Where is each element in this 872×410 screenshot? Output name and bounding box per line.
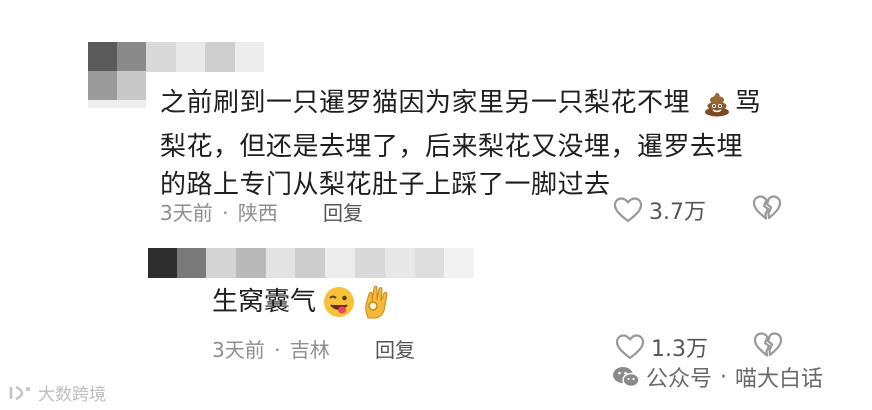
- broken-heart-icon: [753, 331, 783, 359]
- like-count: 3.7万: [649, 200, 706, 225]
- watermark-left: 大数跨境: [8, 380, 106, 405]
- reply-username-blurred[interactable]: [206, 248, 474, 278]
- username-blurred-fade: [88, 100, 146, 108]
- reply-dislike-button[interactable]: [753, 331, 783, 363]
- comment-text: 之前刷到一只暹罗猫因为家里另一只梨花不埋 骂 梨花，但还是去埋了，后来梨花又没埋…: [160, 84, 800, 204]
- reply-meta: 3天前 · 吉林: [212, 334, 330, 363]
- ok-hand-emoji: [360, 284, 394, 320]
- meta-separator: ·: [222, 201, 229, 225]
- comment-line-2: 梨花，但还是去埋了，后来梨花又没埋，暹罗去埋: [160, 132, 744, 162]
- comment-line-1: 之前刷到一只暹罗猫因为家里另一只梨花不埋: [160, 88, 691, 118]
- poop-emoji: [703, 89, 731, 128]
- reply-location: 吉林: [289, 338, 330, 362]
- brand-logo-icon: [8, 383, 34, 403]
- reply-text-content: 生窝囊气: [212, 287, 317, 317]
- comment-time: 3天前: [160, 201, 213, 225]
- like-button[interactable]: 3.7万: [613, 194, 706, 226]
- reply-text: 生窝囊气: [212, 282, 394, 322]
- username-blurred[interactable]: [146, 42, 264, 72]
- heart-icon: [613, 196, 643, 224]
- broken-heart-icon: [752, 194, 782, 222]
- reply-like-count: 1.3万: [651, 337, 708, 362]
- watermark-right-name: 喵大白话: [735, 367, 824, 392]
- wechat-icon: [612, 365, 640, 389]
- reply-time: 3天前: [212, 338, 265, 362]
- reply-reply-button[interactable]: 回复: [375, 334, 415, 363]
- avatar-blurred[interactable]: [88, 42, 146, 100]
- reply-like-button[interactable]: 1.3万: [615, 331, 708, 363]
- comment-line-1-tail: 骂: [734, 88, 762, 118]
- watermark-right-prefix: 公众号: [646, 367, 713, 392]
- watermark-left-text: 大数跨境: [38, 385, 106, 405]
- winking-tongue-emoji: [322, 285, 356, 319]
- heart-icon: [615, 333, 645, 361]
- reply-button[interactable]: 回复: [323, 197, 363, 226]
- comment-location: 陕西: [237, 201, 278, 225]
- watermark-right: 公众号 · 喵大白话: [612, 361, 823, 393]
- watermark-right-separator: ·: [720, 364, 728, 390]
- meta-separator: ·: [274, 338, 281, 362]
- dislike-button[interactable]: [752, 194, 782, 226]
- comment-meta: 3天前 · 陕西: [160, 197, 278, 226]
- reply-avatar-blurred[interactable]: [148, 248, 206, 278]
